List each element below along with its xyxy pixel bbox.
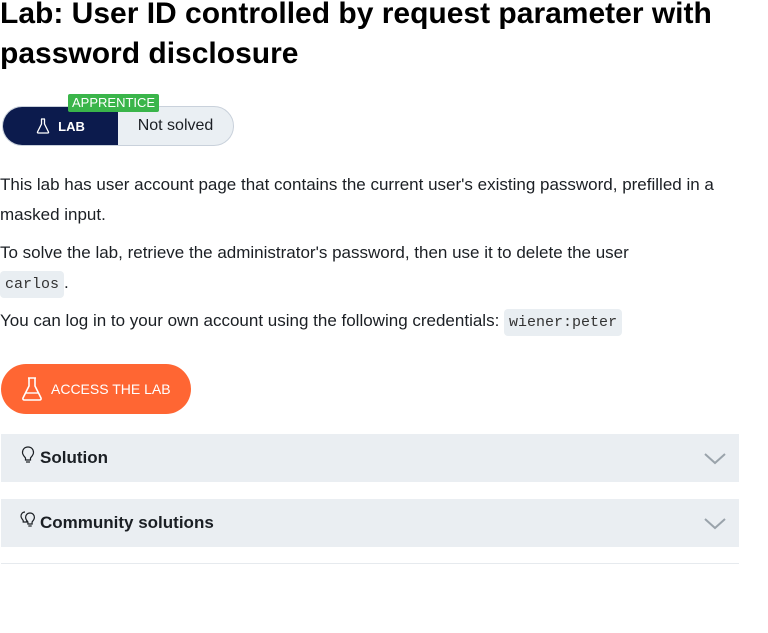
community-solutions-accordion[interactable]: Community solutions bbox=[1, 499, 739, 547]
credentials-code: wiener:peter bbox=[504, 309, 623, 336]
username-code: carlos bbox=[0, 271, 65, 298]
chevron-down-icon bbox=[704, 453, 726, 465]
description-paragraph-1: This lab has user account page that cont… bbox=[0, 175, 714, 224]
lightbulb-icon bbox=[21, 446, 35, 463]
level-badge: APPRENTICE bbox=[68, 94, 160, 112]
lab-label: LAB bbox=[58, 118, 85, 134]
solution-accordion[interactable]: Solution bbox=[1, 434, 739, 482]
credentials-text: You can log in to your own account using… bbox=[0, 311, 500, 330]
flask-icon bbox=[22, 377, 42, 401]
description-text: To solve the lab, retrieve the administr… bbox=[0, 243, 629, 262]
community-solutions-label: Community solutions bbox=[40, 513, 214, 532]
access-lab-button[interactable]: ACCESS THE LAB bbox=[1, 364, 191, 414]
description-paragraph-2: To solve the lab, retrieve the administr… bbox=[0, 238, 740, 300]
solution-label: Solution bbox=[40, 448, 108, 467]
description-paragraph-3: You can log in to your own account using… bbox=[0, 306, 740, 338]
status-pill: LAB Not solved bbox=[2, 106, 234, 146]
lightbulbs-icon bbox=[20, 511, 36, 527]
divider bbox=[1, 563, 739, 564]
period-text: . bbox=[64, 273, 69, 292]
access-lab-label: ACCESS THE LAB bbox=[51, 381, 171, 397]
status-text: Not solved bbox=[137, 117, 214, 134]
chevron-down-icon bbox=[704, 518, 726, 530]
lab-page: Lab: User ID controlled by request param… bbox=[0, 0, 768, 633]
lab-segment: LAB bbox=[3, 107, 118, 145]
page-title: Lab: User ID controlled by request param… bbox=[0, 0, 712, 70]
status-segment: Not solved bbox=[118, 107, 233, 145]
flask-icon bbox=[36, 118, 50, 134]
